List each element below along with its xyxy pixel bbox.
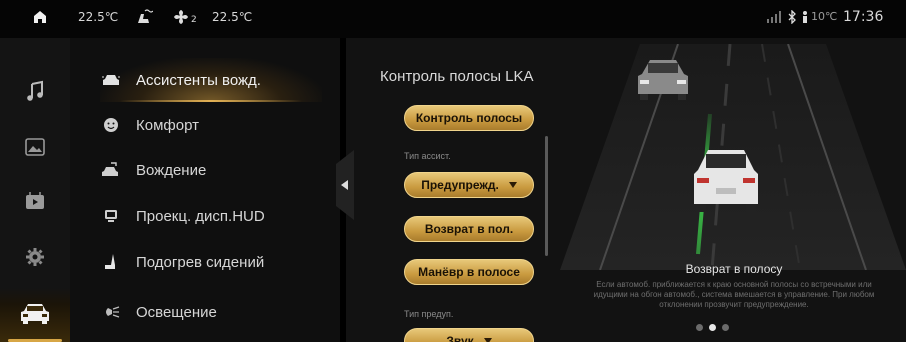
menu-item-label: Подогрев сидений (136, 253, 265, 271)
seat-airflow-icon[interactable] (134, 8, 154, 26)
illustration-caption-text: Если автомоб. приближается к краю основн… (593, 280, 875, 309)
fan-icon[interactable] (172, 8, 190, 26)
menu-item-label: Ассистенты вожд. (136, 71, 261, 89)
menu-item-assistants[interactable]: Ассистенты вожд. (100, 58, 336, 102)
person-icon (800, 8, 810, 26)
clock: 17:36 (843, 9, 884, 25)
menu-item-hud[interactable]: Проекц. дисп.HUD (100, 194, 336, 238)
page-title: Контроль полосы LKA (380, 68, 534, 85)
screen: 22.5℃ 2 22.5℃ 10℃ 17:36 Ассистенты вожд.… (0, 0, 906, 342)
lane-return-button[interactable]: Возврат в пол. (404, 216, 534, 242)
chevron-down-icon (483, 338, 492, 342)
outside-temp: 10℃ (811, 10, 838, 23)
assist-type-label: Тип ассист. (404, 151, 451, 161)
menu-item-driving[interactable]: Вождение (100, 148, 336, 192)
assist-type-dropdown[interactable]: Предупрежд. (404, 172, 534, 198)
pager-dot[interactable] (696, 324, 703, 331)
chevron-left-icon (341, 180, 348, 190)
warning-type-value: Звук (446, 334, 474, 342)
menu-item-label: Вождение (136, 161, 207, 179)
warning-type-label: Тип предуп. (404, 309, 454, 319)
comfort-face-icon (100, 114, 122, 136)
menu-item-label: Освещение (136, 303, 217, 321)
illustration-caption-title: Возврат в полосу (685, 262, 783, 276)
driving-icon (100, 159, 122, 181)
lane-control-toggle-button[interactable]: Контроль полосы (404, 105, 534, 131)
ego-car (694, 150, 758, 212)
seat-heat-icon (100, 251, 122, 273)
lane-maneuver-button[interactable]: Манёвр в полосе (404, 259, 534, 285)
content-panel: Контроль полосы LKA Контроль полосы Тип … (346, 38, 906, 342)
chevron-down-icon (508, 182, 517, 188)
home-icon[interactable] (32, 8, 48, 26)
menu-item-lighting[interactable]: Освещение (100, 290, 336, 334)
app-rail (0, 38, 70, 342)
car-icon[interactable] (16, 296, 54, 330)
menu-item-seat-heating[interactable]: Подогрев сидений (100, 240, 336, 284)
hud-icon (100, 205, 122, 227)
settings-icon[interactable] (18, 240, 52, 274)
warning-type-dropdown[interactable]: Звук (404, 328, 534, 342)
lighting-icon (100, 301, 122, 323)
signal-icon (766, 8, 782, 26)
menu-item-comfort[interactable]: Комфорт (100, 103, 336, 147)
fan-level: 2 (191, 15, 197, 25)
assist-type-value: Предупрежд. (421, 178, 499, 192)
settings-menu: Ассистенты вожд. Комфорт Вождение Проекц… (70, 38, 392, 342)
pager-dot[interactable] (722, 324, 729, 331)
assistant-car-icon (100, 69, 122, 91)
temp-left[interactable]: 22.5℃ (78, 10, 118, 24)
bluetooth-icon (786, 8, 798, 26)
pager-dot-active[interactable] (709, 324, 716, 331)
music-icon[interactable] (18, 74, 52, 108)
temp-right[interactable]: 22.5℃ (212, 10, 252, 24)
gallery-icon[interactable] (18, 130, 52, 164)
video-icon[interactable] (18, 184, 52, 218)
illustration-pager[interactable] (696, 324, 729, 331)
lane-illustration (560, 44, 906, 270)
road-scene (560, 44, 906, 270)
status-bar: 22.5℃ 2 22.5℃ 10℃ 17:36 (0, 0, 906, 38)
menu-item-label: Проекц. дисп.HUD (136, 207, 265, 225)
content-scrollbar[interactable] (545, 136, 548, 256)
menu-item-label: Комфорт (136, 116, 199, 134)
